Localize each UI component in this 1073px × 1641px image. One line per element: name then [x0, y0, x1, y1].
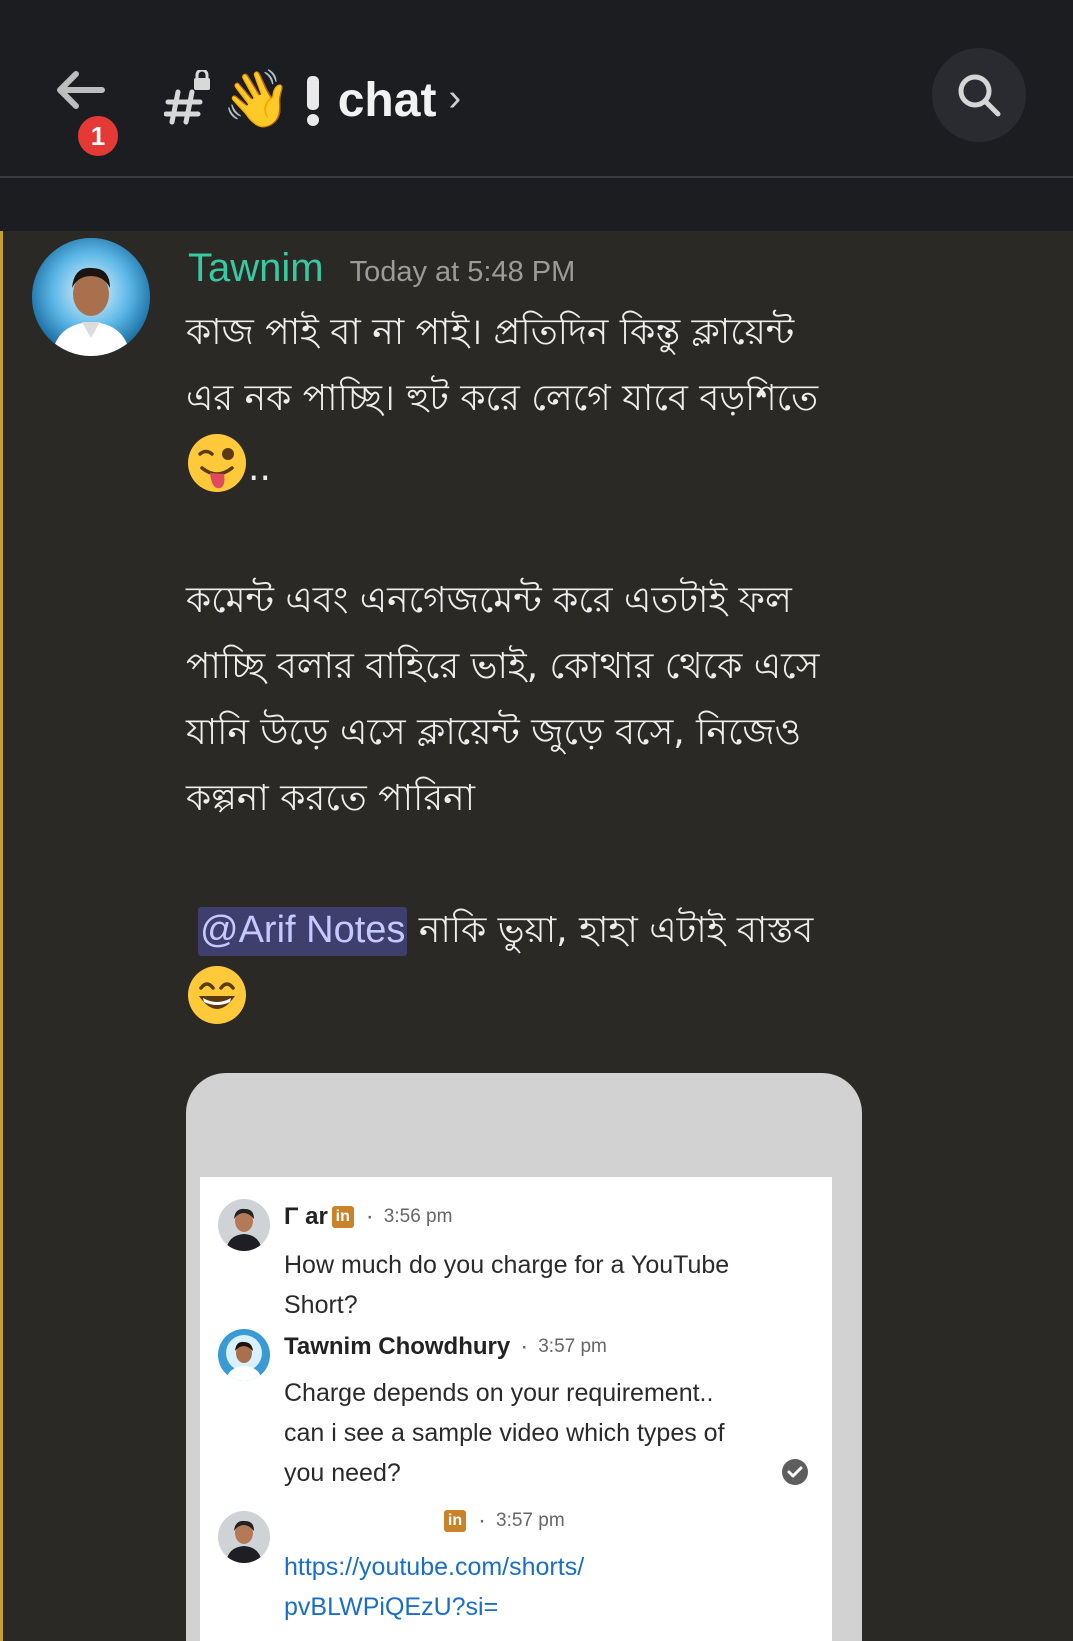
search-icon: [958, 74, 1001, 117]
header-spacer: [0, 178, 1073, 231]
link-line: pvBLWPiQEzU?si=: [284, 1593, 499, 1621]
link-line: https://youtube.com/shorts/: [284, 1553, 585, 1581]
sender-name: Tawnim Chowdhury · 3:57 pm: [284, 1333, 607, 1361]
avatar: [218, 1511, 270, 1563]
message-line: পাচ্ছি বলার বাহিরে ভাই, কোথার থেকে এসে: [186, 646, 820, 687]
message-line: যানি উড়ে এসে ক্লায়েন্ট জুড়ে বসে, নিজে…: [186, 712, 802, 753]
linkedin-icon: in: [444, 1510, 466, 1532]
message-header: Tawnim Today at 5:48 PM: [188, 246, 575, 291]
linkedin-icon: in: [331, 1206, 354, 1228]
chevron-right-icon: ›: [448, 76, 462, 119]
back-button[interactable]: 1: [44, 62, 124, 160]
read-check-icon: [782, 1459, 808, 1485]
separator-dot: ·: [520, 1333, 529, 1360]
unread-badge: 1: [74, 112, 122, 160]
message-timestamp: Today at 5:48 PM: [349, 256, 576, 288]
grinning-emoji: [186, 964, 248, 1026]
message-text: Charge depends on your requirement.. can…: [284, 1379, 725, 1487]
channel-title[interactable]: 👋 chat ›: [163, 64, 462, 136]
sender-name-text: Tawnim Chowdhury: [284, 1333, 511, 1360]
channel-header: 1 👋 chat ›: [0, 0, 1073, 178]
message-line: কমেন্ট এবং এনগেজমেন্ট করে এতটাই ফল: [186, 580, 792, 621]
exclamation-icon: [298, 70, 328, 130]
avatar[interactable]: [32, 238, 150, 356]
waving-hand-icon: 👋: [222, 67, 292, 132]
message-time: 3:56 pm: [383, 1206, 453, 1227]
message-line: এর নক পাচ্ছি। হুট করে লেগে যাবে বড়শিতে: [186, 378, 819, 419]
avatar: [218, 1199, 270, 1251]
message-line: কাজ পাই বা না পাই। প্রতিদিন কিন্তু ক্লায…: [186, 312, 795, 353]
message-line-text: নাকি ভুয়া, হাহা এটাই বাস্তব: [418, 910, 814, 951]
channel-name: chat: [337, 73, 437, 127]
attachment-screenshot: Γ ar in · 3:56 pm How much do you charge…: [200, 1177, 832, 1641]
message-time: 3:57 pm: [496, 1510, 565, 1531]
message-line: @Arif Notes নাকি ভুয়া, হাহা এটাই বাস্তব: [186, 898, 1036, 964]
image-attachment[interactable]: Γ ar in · 3:56 pm How much do you charge…: [186, 1073, 862, 1641]
sender-name-text: Γ ar: [284, 1203, 328, 1230]
avatar: [218, 1329, 270, 1381]
message-line: কল্পনা করতে পারিনা: [186, 778, 476, 819]
author-name[interactable]: Tawnim: [188, 246, 324, 291]
message-time: 3:57 pm: [538, 1336, 607, 1357]
search-button[interactable]: [932, 48, 1026, 142]
message-text: How much do you charge for a YouTube Sho…: [284, 1251, 730, 1319]
message-line: [186, 964, 1036, 1034]
separator-dot: ·: [365, 1203, 374, 1230]
back-arrow-icon: [57, 71, 105, 109]
message-trailing-dots: ..: [248, 448, 271, 489]
user-mention[interactable]: @Arif Notes: [198, 907, 408, 956]
sender-name: in · 3:57 pm: [440, 1507, 565, 1535]
message-line: ..: [186, 432, 1036, 502]
sender-name: Γ ar in · 3:56 pm: [284, 1203, 452, 1231]
message-link[interactable]: https://youtube.com/shorts/ pvBLWPiQEzU?…: [284, 1547, 804, 1627]
separator-dot: ·: [478, 1507, 486, 1534]
message-body: কাজ পাই বা না পাই। প্রতিদিন কিন্তু ক্লায…: [186, 300, 1036, 1034]
mention-highlight-bar: [0, 231, 3, 1641]
hash-lock-icon: [163, 68, 216, 130]
winking-tongue-emoji: [186, 432, 248, 494]
